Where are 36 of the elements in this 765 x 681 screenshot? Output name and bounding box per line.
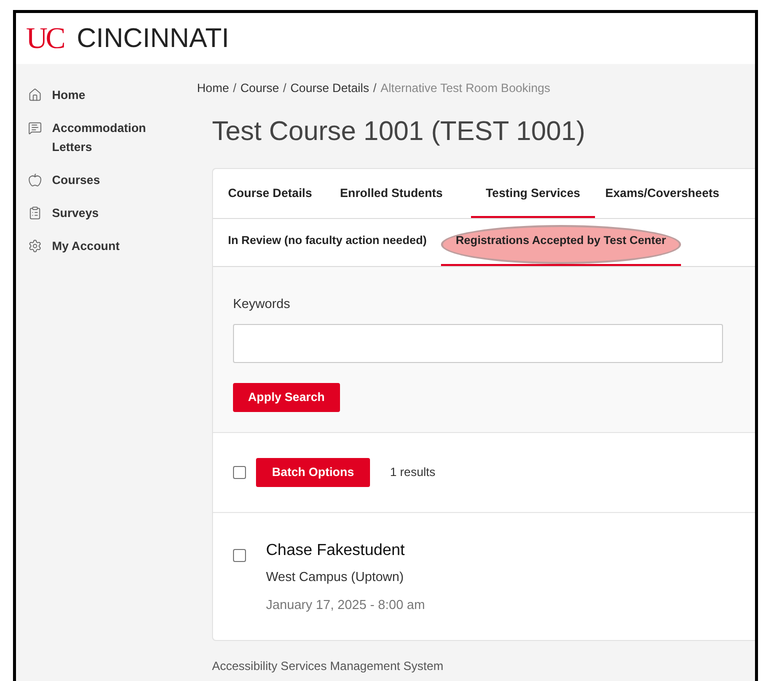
gear-icon [28, 239, 42, 253]
student-name: Chase Fakestudent [266, 540, 406, 560]
breadcrumb-link[interactable]: Course Details [290, 79, 370, 97]
breadcrumb-separator: / [283, 80, 286, 97]
page-title: Test Course 1001 (TEST 1001) [212, 115, 586, 148]
tab[interactable]: Exams/Coversheets [605, 169, 738, 218]
home-icon [28, 88, 42, 102]
logo-text[interactable]: CINCINNATI [76, 25, 230, 52]
breadcrumb-link[interactable]: Home [197, 79, 230, 97]
field-label: Keywords [233, 295, 292, 313]
subtab[interactable]: Registrations Accepted by Test Center [440, 219, 681, 266]
date-text: January 17, 2025 - 8:00 am [266, 596, 425, 614]
row-checkbox[interactable] [233, 548, 246, 562]
clipboard-icon [28, 206, 42, 220]
sidebar-item[interactable]: My Account [28, 237, 148, 256]
apply-search-button[interactable]: Apply Search [233, 382, 340, 412]
tab[interactable]: Enrolled Students [340, 169, 461, 218]
breadcrumb-separator: / [373, 80, 376, 97]
sidebar-item[interactable]: Courses [28, 171, 148, 190]
logo-mark[interactable]: UC [26, 24, 67, 54]
select-all-checkbox[interactable] [233, 466, 246, 478]
sidebar-item[interactable]: Home [28, 86, 148, 105]
tab[interactable]: Course Details [228, 169, 330, 218]
apple-icon [28, 173, 42, 187]
keywords-input[interactable] [233, 324, 723, 362]
breadcrumb-link[interactable]: Course [240, 79, 280, 97]
tab[interactable]: Testing Services [470, 169, 596, 218]
results-count: 1 results [390, 464, 436, 481]
batch-options-button[interactable]: Batch Options [256, 458, 370, 486]
subtab[interactable]: In Review (no faculty action needed) [228, 219, 427, 266]
breadcrumb-separator: / [233, 80, 236, 97]
sidebar-item[interactable]: Surveys [28, 204, 148, 223]
message-icon [28, 121, 42, 135]
sidebar-item[interactable]: Accommodation Letters [28, 119, 148, 157]
campus-text: West Campus (Uptown) [266, 568, 405, 586]
footer-text: Accessibility Services Management System [212, 658, 444, 674]
